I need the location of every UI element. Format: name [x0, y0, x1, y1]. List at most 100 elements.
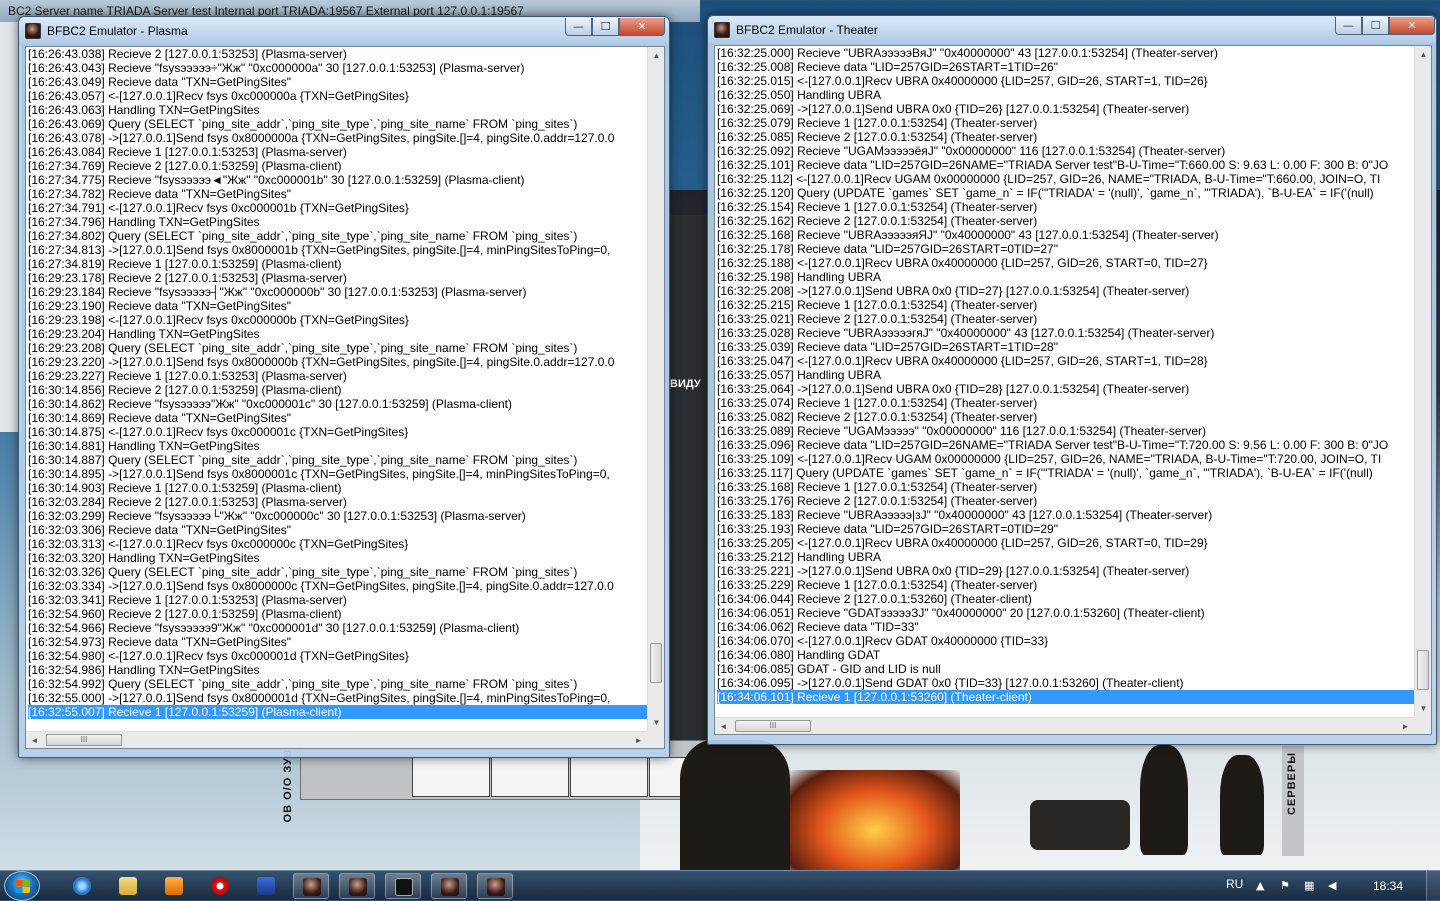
taskbar-internet-explorer[interactable] [64, 873, 100, 899]
weapon-slot[interactable] [491, 757, 569, 797]
log-line[interactable]: [16:27:34.782] Recieve data "TXN=GetPing… [28, 187, 647, 201]
log-line[interactable]: [16:32:25.188] <-[127.0.0.1]Recv UBRA 0x… [717, 256, 1414, 270]
log-line[interactable]: [16:32:03.341] Recieve 1 [127.0.0.1:5325… [28, 593, 647, 607]
log-line[interactable]: [16:32:54.960] Recieve 2 [127.0.0.1:5325… [28, 607, 647, 621]
log-line[interactable]: [16:30:14.869] Recieve data "TXN=GetPing… [28, 411, 647, 425]
scroll-thumb-horizontal[interactable]: III [46, 734, 122, 746]
log-line[interactable]: [16:30:14.895] ->[127.0.0.1]Send fsys 0x… [28, 467, 647, 481]
horizontal-scrollbar[interactable]: ◄ III ► [715, 717, 1414, 734]
log-line[interactable]: [16:27:34.813] ->[127.0.0.1]Send fsys 0x… [28, 243, 647, 257]
log-line[interactable]: [16:32:25.000] Recieve "UBRAэээээВяЈ" "0… [717, 46, 1414, 60]
log-line[interactable]: [16:33:25.168] Recieve 1 [127.0.0.1:5325… [717, 480, 1414, 494]
scroll-down-icon[interactable]: ▼ [1415, 700, 1432, 717]
log-line[interactable]: [16:34:06.085] GDAT - GID and LID is nul… [717, 662, 1414, 676]
scroll-left-icon[interactable]: ◄ [26, 732, 43, 749]
scroll-thumb[interactable] [650, 643, 662, 683]
log-line-selected[interactable]: [16:32:55.007] Recieve 1 [127.0.0.1:5325… [28, 705, 647, 719]
log-line[interactable]: [16:34:06.070] <-[127.0.0.1]Recv GDAT 0x… [717, 634, 1414, 648]
log-line[interactable]: [16:32:25.079] Recieve 1 [127.0.0.1:5325… [717, 116, 1414, 130]
log-line[interactable]: [16:33:25.205] <-[127.0.0.1]Recv UBRA 0x… [717, 536, 1414, 550]
log-line[interactable]: [16:34:06.051] Recieve "GDATэээээЗЈ" "0x… [717, 606, 1414, 620]
log-line[interactable]: [16:26:43.084] Recieve 1 [127.0.0.1:5325… [28, 145, 647, 159]
log-line[interactable]: [16:34:06.062] Recieve data "TID=33" [717, 620, 1414, 634]
log-line[interactable]: [16:33:25.221] ->[127.0.0.1]Send UBRA 0x… [717, 564, 1414, 578]
log-line[interactable]: [16:30:14.875] <-[127.0.0.1]Recv fsys 0x… [28, 425, 647, 439]
log-line[interactable]: [16:26:43.043] Recieve "fsysэээээ÷"Жж" "… [28, 61, 647, 75]
log-line[interactable]: [16:32:54.966] Recieve "fsysэээээ9"Жж" "… [28, 621, 647, 635]
taskbar-bfbc2-plasma[interactable] [339, 873, 375, 899]
log-line[interactable]: [16:33:25.183] Recieve "UBRAэээээ|зЈ" "0… [717, 508, 1414, 522]
log-line[interactable]: [16:30:14.903] Recieve 1 [127.0.0.1:5325… [28, 481, 647, 495]
log-line[interactable]: [16:32:25.215] Recieve 1 [127.0.0.1:5325… [717, 298, 1414, 312]
log-line[interactable]: [16:26:43.063] Handling TXN=GetPingSites [28, 103, 647, 117]
log-line[interactable]: [16:33:25.047] <-[127.0.0.1]Recv UBRA 0x… [717, 354, 1414, 368]
weapon-slot[interactable] [412, 757, 490, 797]
log-line[interactable]: [16:32:25.154] Recieve 1 [127.0.0.1:5325… [717, 200, 1414, 214]
taskbar-save-app[interactable] [248, 873, 284, 899]
log-line[interactable]: [16:29:23.178] Recieve 2 [127.0.0.1:5325… [28, 271, 647, 285]
log-line[interactable]: [16:34:06.044] Recieve 2 [127.0.0.1:5326… [717, 592, 1414, 606]
log-line[interactable]: [16:26:43.078] ->[127.0.0.1]Send fsys 0x… [28, 131, 647, 145]
log-line[interactable]: [16:34:06.095] ->[127.0.0.1]Send GDAT 0x… [717, 676, 1414, 690]
clock[interactable]: 18:34 [1373, 879, 1403, 893]
log-line[interactable]: [16:26:43.069] Query (SELECT `ping_site_… [28, 117, 647, 131]
log-line[interactable]: [16:32:25.092] Recieve "UGAMэээээёяЈ" "0… [717, 144, 1414, 158]
log-line[interactable]: [16:32:55.000] ->[127.0.0.1]Send fsys 0x… [28, 691, 647, 705]
taskbar-opera[interactable] [202, 873, 238, 899]
log-line[interactable]: [16:29:23.198] <-[127.0.0.1]Recv fsys 0x… [28, 313, 647, 327]
log-line[interactable]: [16:33:25.074] Recieve 1 [127.0.0.1:5325… [717, 396, 1414, 410]
log-line[interactable]: [16:26:43.038] Recieve 2 [127.0.0.1:5325… [28, 47, 647, 61]
scroll-right-icon[interactable]: ► [630, 732, 647, 749]
weapon-slot[interactable] [570, 757, 648, 797]
volume-icon[interactable]: ◀ [1328, 880, 1340, 892]
show-desktop-button[interactable] [1426, 871, 1440, 901]
taskbar-explorer[interactable] [110, 873, 146, 899]
log-line[interactable]: [16:32:25.015] <-[127.0.0.1]Recv UBRA 0x… [717, 74, 1414, 88]
start-button[interactable] [4, 871, 40, 901]
action-center-flag-icon[interactable]: ⚑ [1280, 880, 1292, 892]
log-line[interactable]: [16:32:03.284] Recieve 2 [127.0.0.1:5325… [28, 495, 647, 509]
log-line[interactable]: [16:32:25.162] Recieve 2 [127.0.0.1:5325… [717, 214, 1414, 228]
log-line[interactable]: [16:32:03.326] Query (SELECT `ping_site_… [28, 565, 647, 579]
log-line[interactable]: [16:33:25.212] Handling UBRA [717, 550, 1414, 564]
log-line[interactable]: [16:33:25.021] Recieve 2 [127.0.0.1:5325… [717, 312, 1414, 326]
vertical-scrollbar[interactable]: ▲ ▼ [1414, 46, 1431, 717]
log-line[interactable]: [16:29:23.190] Recieve data "TXN=GetPing… [28, 299, 647, 313]
scroll-thumb-horizontal[interactable]: III [735, 720, 811, 732]
log-line[interactable]: [16:27:34.796] Handling TXN=GetPingSites [28, 215, 647, 229]
log-line[interactable]: [16:27:34.819] Recieve 1 [127.0.0.1:5325… [28, 257, 647, 271]
theater-log-list[interactable]: [16:32:25.000] Recieve "UBRAэээээВяЈ" "0… [715, 46, 1414, 717]
log-line[interactable]: [16:32:25.101] Recieve data "LID=257GID=… [717, 158, 1414, 172]
theater-titlebar[interactable]: BFBC2 Emulator - Theater — ☐ ✕ [708, 16, 1436, 44]
log-line[interactable]: [16:32:25.085] Recieve 2 [127.0.0.1:5325… [717, 130, 1414, 144]
log-line[interactable]: [16:33:25.096] Recieve data "LID=257GID=… [717, 438, 1414, 452]
log-line-selected[interactable]: [16:34:06.101] Recieve 1 [127.0.0.1:5326… [717, 690, 1414, 704]
log-line[interactable]: [16:30:14.862] Recieve "fsysэээээ"Жж" "0… [28, 397, 647, 411]
log-line[interactable]: [16:30:14.856] Recieve 2 [127.0.0.1:5325… [28, 383, 647, 397]
log-line[interactable]: [16:27:34.775] Recieve "fsysэээээ◄"Жж" "… [28, 173, 647, 187]
log-line[interactable]: [16:32:03.299] Recieve "fsysэээээ└"Жж" "… [28, 509, 647, 523]
log-line[interactable]: [16:33:25.193] Recieve data "LID=257GID=… [717, 522, 1414, 536]
log-line[interactable]: [16:29:23.208] Query (SELECT `ping_site_… [28, 341, 647, 355]
log-line[interactable]: [16:32:25.008] Recieve data "LID=257GID=… [717, 60, 1414, 74]
plasma-titlebar[interactable]: BFBC2 Emulator - Plasma — ☐ ✕ [19, 17, 669, 45]
log-line[interactable]: [16:32:54.992] Query (SELECT `ping_site_… [28, 677, 647, 691]
taskbar-bfbc2-theater[interactable] [431, 873, 467, 899]
log-line[interactable]: [16:27:34.802] Query (SELECT `ping_site_… [28, 229, 647, 243]
scroll-thumb[interactable] [1417, 650, 1429, 690]
close-button[interactable]: ✕ [1389, 17, 1435, 35]
scroll-up-icon[interactable]: ▲ [1415, 46, 1432, 63]
taskbar-cmd[interactable] [385, 873, 421, 899]
log-line[interactable]: [16:32:03.313] <-[127.0.0.1]Recv fsys 0x… [28, 537, 647, 551]
log-line[interactable]: [16:33:25.039] Recieve data "LID=257GID=… [717, 340, 1414, 354]
log-line[interactable]: [16:33:25.109] <-[127.0.0.1]Recv UGAM 0x… [717, 452, 1414, 466]
scroll-right-icon[interactable]: ► [1397, 718, 1414, 735]
log-line[interactable]: [16:33:25.028] Recieve "UBRAэээээгяЈ" "0… [717, 326, 1414, 340]
log-line[interactable]: [16:33:25.229] Recieve 1 [127.0.0.1:5325… [717, 578, 1414, 592]
language-indicator[interactable]: RU [1226, 877, 1243, 891]
log-line[interactable]: [16:33:25.057] Handling UBRA [717, 368, 1414, 382]
maximize-button[interactable]: ☐ [1362, 17, 1389, 35]
log-line[interactable]: [16:32:25.112] <-[127.0.0.1]Recv UGAM 0x… [717, 172, 1414, 186]
log-line[interactable]: [16:27:34.769] Recieve 2 [127.0.0.1:5325… [28, 159, 647, 173]
log-line[interactable]: [16:29:23.204] Handling TXN=GetPingSites [28, 327, 647, 341]
